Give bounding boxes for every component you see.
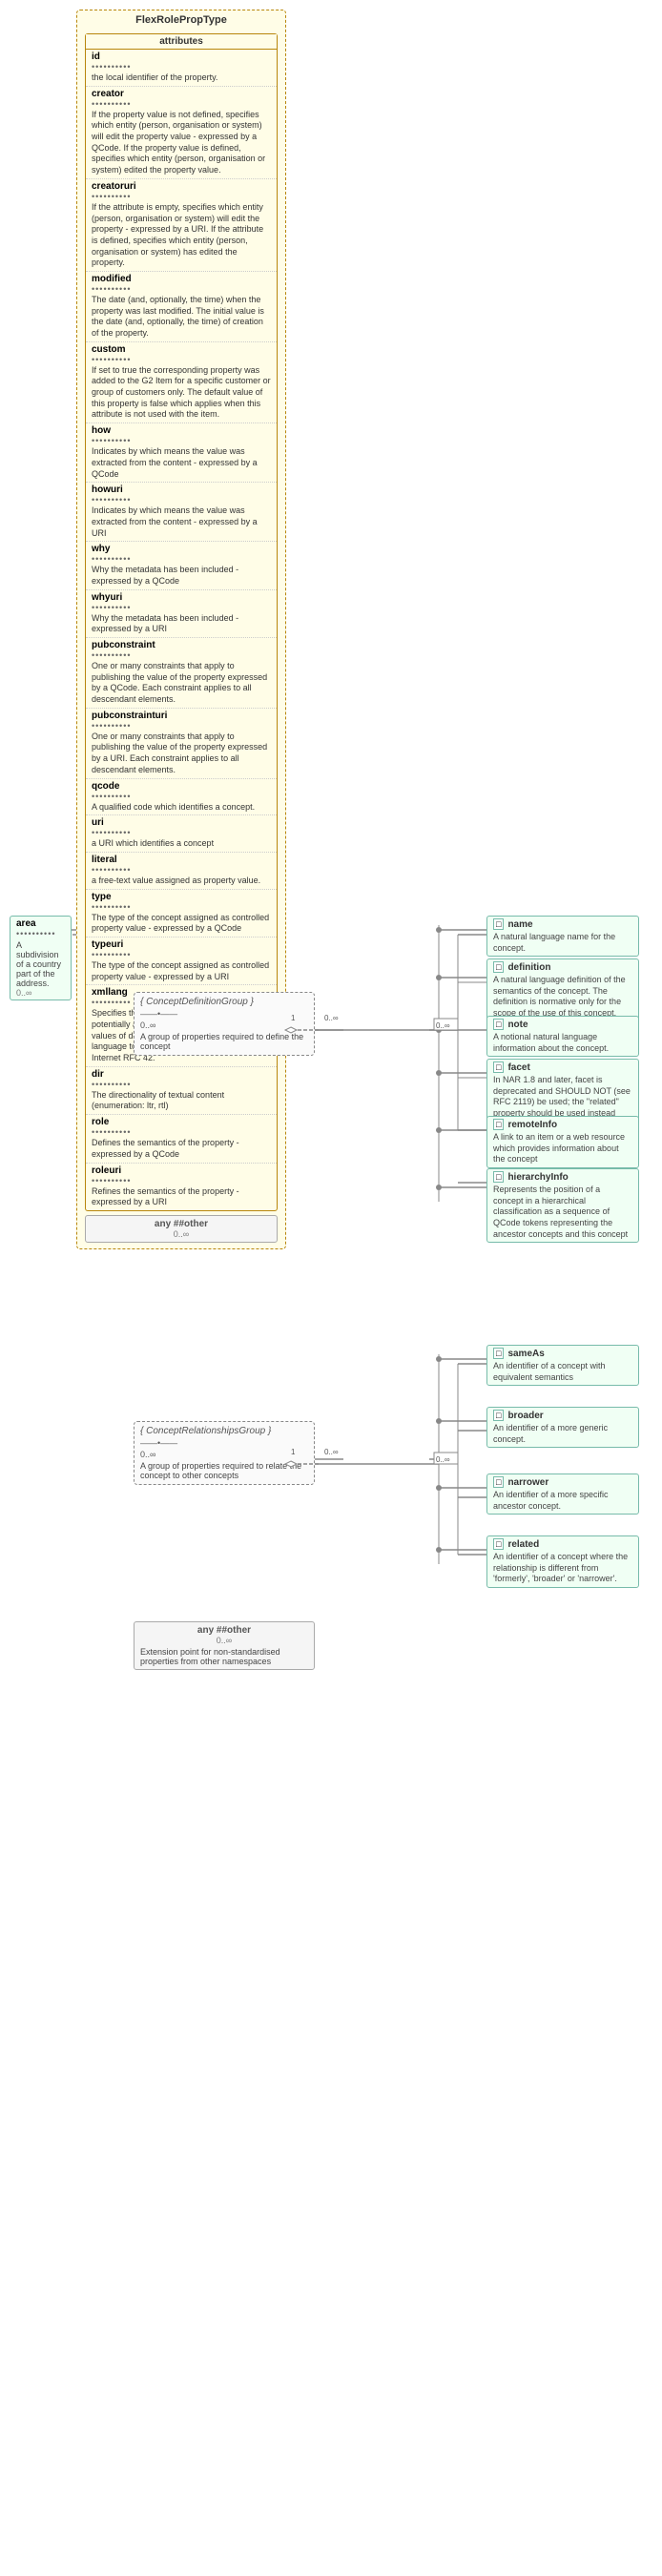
attr-id: id •••••••••• the local identifier of th…	[86, 50, 277, 87]
attr-dir: dir •••••••••• The directionality of tex…	[86, 1067, 277, 1115]
attr-role: role •••••••••• Defines the semantics of…	[86, 1115, 277, 1163]
diagram-container: FlexRolePropType attributes id •••••••••…	[0, 0, 662, 2576]
right-name-box: □ name A natural language name for the c…	[486, 916, 639, 957]
right-note-box: □ note A notional natural language infor…	[486, 1016, 639, 1057]
attr-roleuri: roleuri •••••••••• Refines the semantics…	[86, 1164, 277, 1210]
attr-pubconstrainturi: pubconstrainturi •••••••••• One or many …	[86, 709, 277, 779]
narrower-badge: □	[493, 1476, 504, 1488]
right-hierarchyinfo-box: □ hierarchyInfo Represents the position …	[486, 1168, 639, 1243]
attr-custom: custom •••••••••• If set to true the cor…	[86, 342, 277, 423]
facet-badge: □	[493, 1061, 504, 1073]
hierarchyinfo-badge: □	[493, 1171, 504, 1183]
right-broader-box: □ broader An identifier of a more generi…	[486, 1407, 639, 1448]
concept-relationships-group-box: { ConceptRelationshipsGroup } ——•—— 0..∞…	[134, 1421, 315, 1485]
main-flex-role-prop-type-box: FlexRolePropType attributes id •••••••••…	[76, 10, 286, 1249]
attr-why: why •••••••••• Why the metadata has been…	[86, 542, 277, 589]
attr-pubconstraint: pubconstraint •••••••••• One or many con…	[86, 638, 277, 709]
attr-creatoruri: creatoruri •••••••••• If the attribute i…	[86, 179, 277, 272]
attr-how: how •••••••••• Indicates by which means …	[86, 423, 277, 483]
name-badge: □	[493, 918, 504, 930]
right-sameas-box: □ sameAs An identifier of a concept with…	[486, 1345, 639, 1386]
attr-type: type •••••••••• The type of the concept …	[86, 890, 277, 938]
right-narrower-box: □ narrower An identifier of a more speci…	[486, 1473, 639, 1515]
note-badge: □	[493, 1019, 504, 1030]
svg-text:0..∞: 0..∞	[436, 1021, 450, 1030]
right-definition-box: □ definition A natural language definiti…	[486, 958, 639, 1022]
concept-definition-group-box: { ConceptDefinitionGroup } ——•—— 0..∞ A …	[134, 992, 315, 1056]
attr-literal: literal •••••••••• a free-text value ass…	[86, 853, 277, 890]
right-remoteinfo-box: □ remoteInfo A link to an item or a web …	[486, 1116, 639, 1168]
attr-modified: modified •••••••••• The date (and, optio…	[86, 272, 277, 342]
right-related-box: □ related An identifier of a concept whe…	[486, 1535, 639, 1588]
area-box: area •••••••••• A subdivision of a count…	[10, 916, 72, 1000]
attributes-title: attributes	[86, 34, 277, 50]
attr-typeuri: typeuri •••••••••• The type of the conce…	[86, 938, 277, 985]
definition-badge: □	[493, 961, 504, 973]
any-other-box: any ##other 0..∞	[85, 1215, 278, 1243]
svg-text:0..∞: 0..∞	[324, 1448, 339, 1456]
attr-qcode: qcode •••••••••• A qualified code which …	[86, 779, 277, 816]
sameas-badge: □	[493, 1348, 504, 1359]
attr-creator: creator •••••••••• If the property value…	[86, 87, 277, 179]
broader-badge: □	[493, 1410, 504, 1421]
area-title: area	[16, 918, 65, 929]
svg-text:0..∞: 0..∞	[436, 1455, 450, 1464]
remoteinfo-badge: □	[493, 1119, 504, 1130]
any-other-bottom-box: any ##other 0..∞ Extension point for non…	[134, 1621, 315, 1670]
attr-uri: uri •••••••••• a URI which identifies a …	[86, 815, 277, 853]
related-badge: □	[493, 1538, 504, 1550]
attr-howuri: howuri •••••••••• Indicates by which mea…	[86, 483, 277, 542]
attr-whyuri: whyuri •••••••••• Why the metadata has b…	[86, 590, 277, 638]
svg-text:0..∞: 0..∞	[324, 1014, 339, 1022]
main-title: FlexRolePropType	[77, 10, 285, 30]
